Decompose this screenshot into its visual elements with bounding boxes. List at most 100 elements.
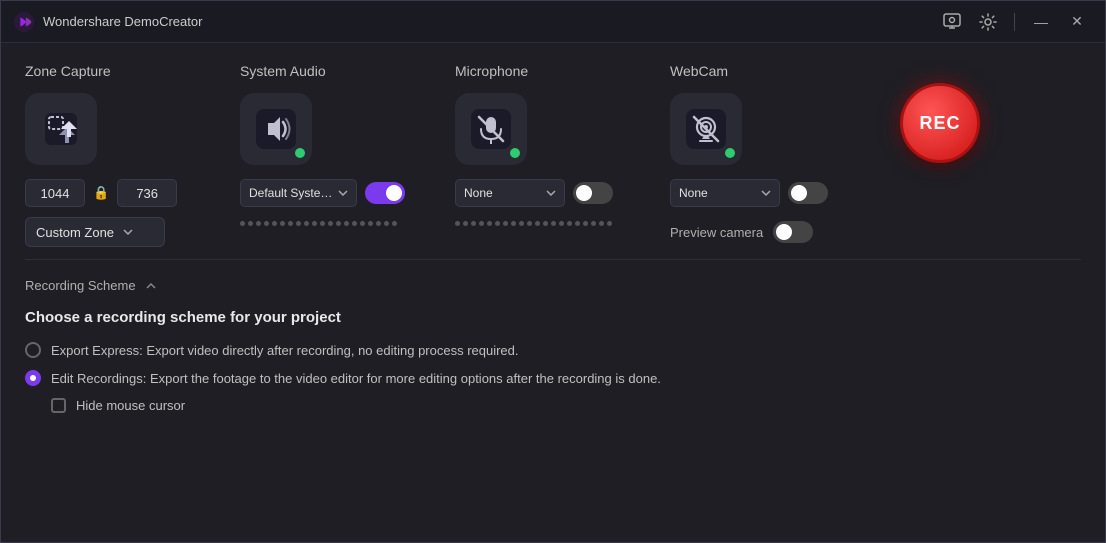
webcam-toggle-knob	[791, 185, 807, 201]
recording-scheme-label: Recording Scheme	[25, 278, 136, 293]
hide-mouse-cursor-checkbox[interactable]	[51, 398, 66, 413]
dot-10	[312, 221, 317, 226]
dot-19	[384, 221, 389, 226]
app-logo-icon	[13, 11, 35, 33]
mic-dot-14	[559, 221, 564, 226]
mic-dot-12	[543, 221, 548, 226]
dot-9	[304, 221, 309, 226]
dot-6	[280, 221, 285, 226]
dot-16	[360, 221, 365, 226]
width-input[interactable]	[25, 179, 85, 207]
webcam-source-dropdown[interactable]: None	[670, 179, 780, 207]
edit-recordings-label: Edit Recordings: Export the footage to t…	[51, 371, 661, 386]
dot-7	[288, 221, 293, 226]
hide-mouse-cursor-label: Hide mouse cursor	[76, 398, 185, 413]
mic-dot-13	[551, 221, 556, 226]
zone-dimensions-row: 🔒	[25, 179, 240, 207]
dot-3	[256, 221, 261, 226]
dot-17	[368, 221, 373, 226]
mic-dot-17	[583, 221, 588, 226]
mic-dot-19	[599, 221, 604, 226]
audio-status-dot	[293, 146, 307, 160]
system-audio-icon-box[interactable]	[240, 93, 312, 165]
webcam-dropdown-label: None	[679, 186, 755, 200]
zone-capture-title: Zone Capture	[25, 63, 111, 79]
edit-recordings-option[interactable]: Edit Recordings: Export the footage to t…	[25, 370, 1081, 386]
preview-camera-label: Preview camera	[670, 225, 763, 240]
zone-capture-icon-box[interactable]	[25, 93, 97, 165]
rec-area: REC	[885, 63, 995, 163]
dot-13	[336, 221, 341, 226]
audio-toggle[interactable]	[365, 182, 405, 204]
microphone-section: Microphone None	[455, 63, 670, 230]
microphone-icon	[471, 109, 511, 149]
microphone-icon-box[interactable]	[455, 93, 527, 165]
titlebar-separator	[1014, 13, 1015, 31]
dot-2	[248, 221, 253, 226]
mic-toggle[interactable]	[573, 182, 613, 204]
preview-camera-toggle[interactable]	[773, 221, 813, 243]
webcam-icon	[686, 109, 726, 149]
audio-toggle-knob	[386, 185, 402, 201]
settings-icon-btn[interactable]	[972, 6, 1004, 38]
scheme-chevron-icon	[144, 279, 158, 293]
audio-level-dots	[240, 217, 397, 230]
recording-scheme-bar[interactable]: Recording Scheme	[25, 272, 1081, 299]
mic-dot-11	[535, 221, 540, 226]
mic-source-dropdown[interactable]: None	[455, 179, 565, 207]
dot-8	[296, 221, 301, 226]
dot-12	[328, 221, 333, 226]
mic-dot-15	[567, 221, 572, 226]
close-button[interactable]: ✕	[1061, 8, 1093, 36]
scheme-content: Choose a recording scheme for your proje…	[25, 299, 1081, 413]
mic-dot-5	[487, 221, 492, 226]
mic-toggle-knob	[576, 185, 592, 201]
system-audio-section: System Audio Default Syste…	[240, 63, 455, 230]
edit-recordings-radio[interactable]	[25, 370, 41, 386]
rec-label: REC	[919, 113, 960, 134]
titlebar-controls: — ✕	[936, 6, 1093, 38]
system-audio-icon	[256, 109, 296, 149]
mic-dropdown-chevron	[546, 188, 556, 198]
webcam-status-dot	[723, 146, 737, 160]
preview-camera-row: Preview camera	[670, 221, 813, 243]
mic-status-dot	[508, 146, 522, 160]
minimize-button[interactable]: —	[1025, 8, 1057, 36]
zone-dropdown-label: Custom Zone	[36, 225, 114, 240]
custom-zone-dropdown[interactable]: Custom Zone	[25, 217, 165, 247]
export-express-label: Export Express: Export video directly af…	[51, 343, 519, 358]
dot-5	[272, 221, 277, 226]
microphone-title: Microphone	[455, 63, 528, 79]
rec-button[interactable]: REC	[900, 83, 980, 163]
export-express-radio[interactable]	[25, 342, 41, 358]
audio-controls-row: Default Syste…	[240, 179, 455, 207]
hide-mouse-cursor-option[interactable]: Hide mouse cursor	[51, 398, 1081, 413]
scheme-title: Choose a recording scheme for your proje…	[25, 309, 1081, 326]
mic-dot-2	[463, 221, 468, 226]
mic-dot-7	[503, 221, 508, 226]
mic-dot-16	[575, 221, 580, 226]
dot-15	[352, 221, 357, 226]
capture-icon-btn[interactable]	[936, 6, 968, 38]
mic-dropdown-label: None	[464, 186, 540, 200]
webcam-toggle[interactable]	[788, 182, 828, 204]
main-content: Zone Capture 🔒 Custom Zone Sys	[1, 43, 1105, 429]
export-express-option[interactable]: Export Express: Export video directly af…	[25, 342, 1081, 358]
radio-selected-indicator	[30, 375, 36, 381]
webcam-title: WebCam	[670, 63, 728, 79]
main-divider	[25, 259, 1081, 260]
audio-dropdown-chevron	[338, 188, 348, 198]
audio-dropdown-label: Default Syste…	[249, 186, 332, 200]
audio-source-dropdown[interactable]: Default Syste…	[240, 179, 357, 207]
mic-level-dots	[455, 217, 612, 230]
dot-4	[264, 221, 269, 226]
webcam-section: WebCam None	[670, 63, 885, 243]
height-input[interactable]	[117, 179, 177, 207]
mic-dot-4	[479, 221, 484, 226]
mic-dot-8	[511, 221, 516, 226]
webcam-icon-box[interactable]	[670, 93, 742, 165]
sections-row: Zone Capture 🔒 Custom Zone Sys	[25, 63, 1081, 247]
dot-20	[392, 221, 397, 226]
titlebar: Wondershare DemoCreator — ✕	[1, 1, 1105, 43]
mic-dot-6	[495, 221, 500, 226]
